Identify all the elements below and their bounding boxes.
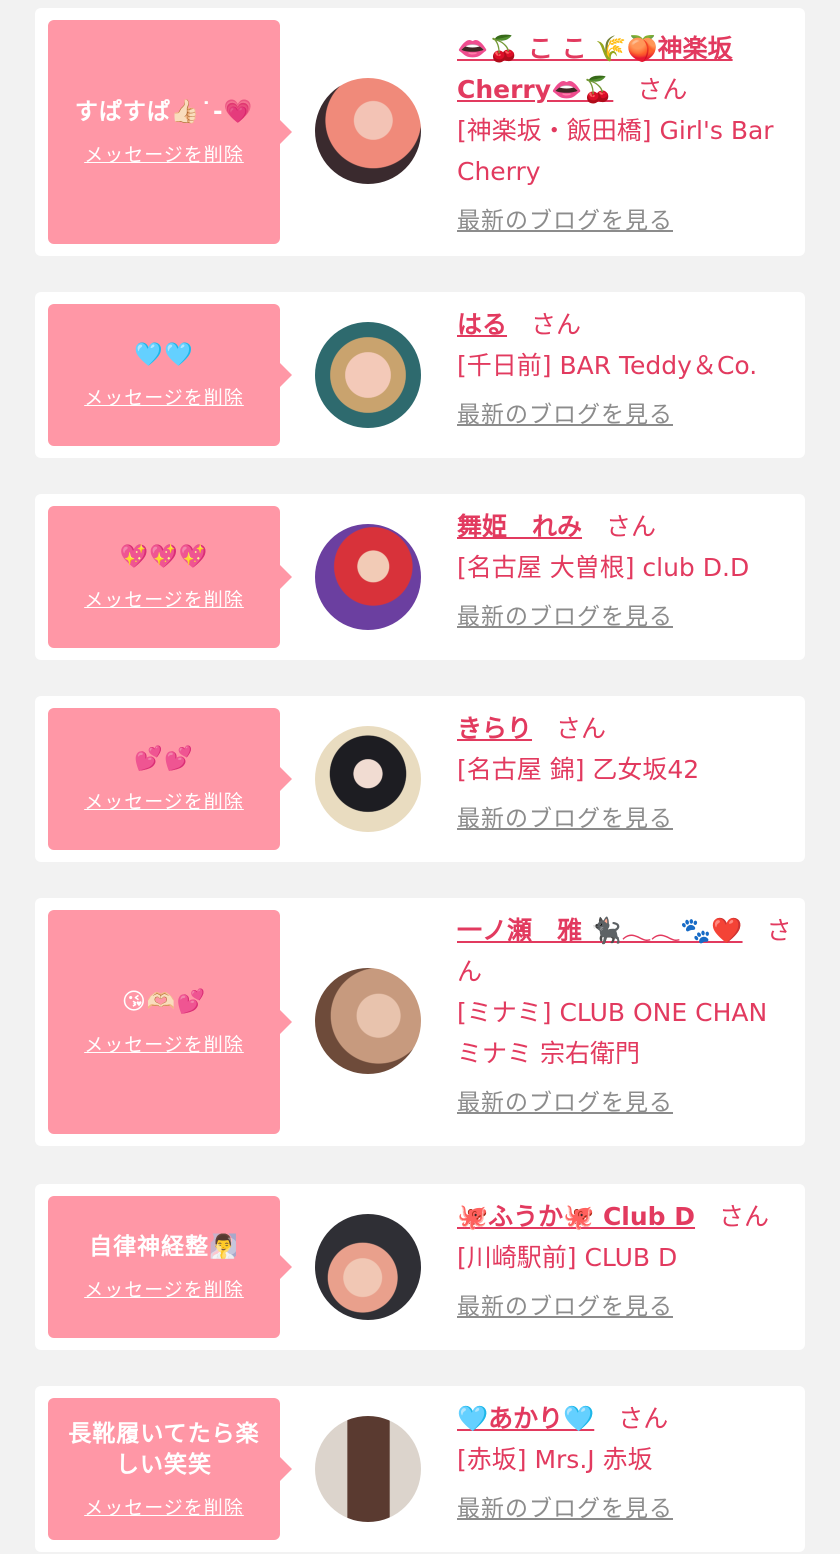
honorific: さん [606, 512, 657, 541]
message-text: 🩵🩵 [134, 342, 194, 368]
message-bubble: 💕💕 メッセージを削除 [48, 708, 292, 850]
honorific: さん [637, 75, 688, 104]
shop-label: [千日前] BAR Teddy＆Co. [457, 351, 758, 380]
shop-label: [ミナミ] CLUB ONE CHAN ミナミ 宗右衛門 [457, 998, 768, 1068]
message-bubble: 自律神経整🧖‍♂️ メッセージを削除 [48, 1196, 292, 1338]
honorific: さん [531, 310, 582, 339]
cast-name-link[interactable]: はる [457, 310, 507, 339]
cast-info: 舞姫 れみ さん [名古屋 大曽根] club D.D 最新のブログを見る [457, 506, 795, 632]
latest-blog-link[interactable]: 最新のブログを見る [457, 400, 795, 430]
avatar[interactable] [315, 968, 421, 1074]
message-bubble: すぱすぱ👍🏻˙-💗 メッセージを削除 [48, 20, 292, 244]
message-text: 自律神経整🧖‍♂️ [89, 1234, 239, 1260]
delete-message-link[interactable]: メッセージを削除 [84, 787, 244, 814]
latest-blog-link[interactable]: 最新のブログを見る [457, 804, 795, 834]
message-text: 😘🫶🏻💕 [121, 989, 207, 1015]
cast-name-link[interactable]: 🩵あかり🩵 [457, 1404, 594, 1433]
cast-card: 💖💖💖 メッセージを削除 舞姫 れみ さん [名古屋 大曽根] club D.D … [35, 494, 805, 660]
cast-name-link[interactable]: 一ノ瀬 雅 🐈‍⬛𓂃𓂃🐾❤️ [457, 916, 743, 945]
delete-message-link[interactable]: メッセージを削除 [84, 1493, 244, 1520]
cast-name-link[interactable]: 🐙ふうか🐙 Club D [457, 1202, 695, 1231]
avatar[interactable] [315, 726, 421, 832]
honorific: さん [556, 714, 607, 743]
shop-label: [神楽坂・飯田橋] Girl's Bar Cherry [457, 116, 774, 186]
avatar[interactable] [315, 1214, 421, 1320]
message-bubble: 😘🫶🏻💕 メッセージを削除 [48, 910, 292, 1134]
delete-message-link[interactable]: メッセージを削除 [84, 383, 244, 410]
avatar[interactable] [315, 322, 421, 428]
shop-label: [名古屋 大曽根] club D.D [457, 553, 750, 582]
message-text: 長靴履いてたら楽しい笑笑 [68, 1420, 260, 1478]
delete-message-link[interactable]: メッセージを削除 [84, 140, 244, 167]
latest-blog-link[interactable]: 最新のブログを見る [457, 1088, 795, 1118]
cast-card: 自律神経整🧖‍♂️ メッセージを削除 🐙ふうか🐙 Club D さん [川崎駅前]… [35, 1184, 805, 1350]
latest-blog-link[interactable]: 最新のブログを見る [457, 1494, 795, 1524]
latest-blog-link[interactable]: 最新のブログを見る [457, 206, 795, 236]
cast-info: 一ノ瀬 雅 🐈‍⬛𓂃𓂃🐾❤️ さん [ミナミ] CLUB ONE CHAN ミナミ… [457, 910, 795, 1118]
message-bubble: 🩵🩵 メッセージを削除 [48, 304, 292, 446]
cast-info: きらり さん [名古屋 錦] 乙女坂42 最新のブログを見る [457, 708, 795, 834]
shop-label: [赤坂] Mrs.J 赤坂 [457, 1445, 653, 1474]
avatar[interactable] [315, 78, 421, 184]
shop-label: [名古屋 錦] 乙女坂42 [457, 755, 700, 784]
delete-message-link[interactable]: メッセージを削除 [84, 585, 244, 612]
cast-card: 😘🫶🏻💕 メッセージを削除 一ノ瀬 雅 🐈‍⬛𓂃𓂃🐾❤️ さん [ミナミ] CLU… [35, 898, 805, 1146]
cast-info: 👄🍒 こ こ 🌾🍑神楽坂Cherry👄🍒 さん [神楽坂・飯田橋] Girl's … [457, 28, 795, 236]
cast-card: 長靴履いてたら楽しい笑笑 メッセージを削除 🩵あかり🩵 さん [赤坂] Mrs.J… [35, 1386, 805, 1552]
delete-message-link[interactable]: メッセージを削除 [84, 1030, 244, 1057]
delete-message-link[interactable]: メッセージを削除 [84, 1275, 244, 1302]
favorites-list: すぱすぱ👍🏻˙-💗 メッセージを削除 👄🍒 こ こ 🌾🍑神楽坂Cherry👄🍒 さ… [0, 0, 840, 1554]
cast-card: 💕💕 メッセージを削除 きらり さん [名古屋 錦] 乙女坂42 最新のブログを見… [35, 696, 805, 862]
avatar[interactable] [315, 1416, 421, 1522]
shop-label: [川崎駅前] CLUB D [457, 1243, 678, 1272]
cast-name-link[interactable]: きらり [457, 714, 532, 743]
cast-info: 🩵あかり🩵 さん [赤坂] Mrs.J 赤坂 最新のブログを見る [457, 1398, 795, 1524]
cast-name-link[interactable]: 👄🍒 こ こ 🌾🍑神楽坂Cherry👄🍒 [457, 34, 733, 104]
honorific: さん [618, 1404, 669, 1433]
latest-blog-link[interactable]: 最新のブログを見る [457, 602, 795, 632]
cast-name-link[interactable]: 舞姫 れみ [457, 512, 582, 541]
message-text: 💕💕 [134, 746, 194, 772]
message-text: 💖💖💖 [119, 544, 209, 570]
latest-blog-link[interactable]: 最新のブログを見る [457, 1292, 795, 1322]
cast-info: はる さん [千日前] BAR Teddy＆Co. 最新のブログを見る [457, 304, 795, 430]
cast-card: すぱすぱ👍🏻˙-💗 メッセージを削除 👄🍒 こ こ 🌾🍑神楽坂Cherry👄🍒 さ… [35, 8, 805, 256]
message-bubble: 💖💖💖 メッセージを削除 [48, 506, 292, 648]
honorific: さん [719, 1202, 770, 1231]
cast-card: 🩵🩵 メッセージを削除 はる さん [千日前] BAR Teddy＆Co. 最新の… [35, 292, 805, 458]
message-bubble: 長靴履いてたら楽しい笑笑 メッセージを削除 [48, 1398, 292, 1540]
cast-info: 🐙ふうか🐙 Club D さん [川崎駅前] CLUB D 最新のブログを見る [457, 1196, 795, 1322]
message-text: すぱすぱ👍🏻˙-💗 [74, 99, 254, 125]
avatar[interactable] [315, 524, 421, 630]
